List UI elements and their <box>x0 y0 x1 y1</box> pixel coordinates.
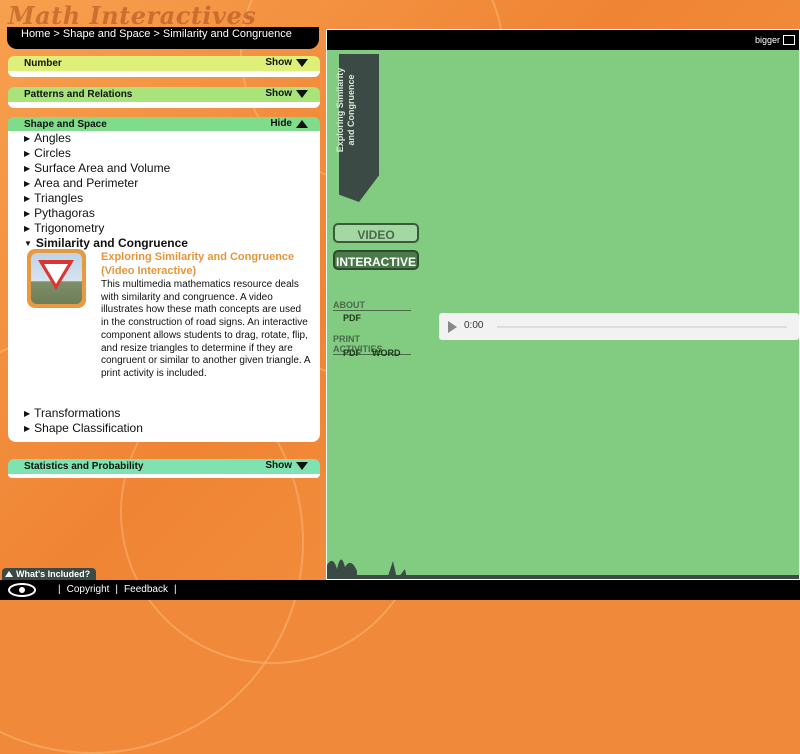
bigger-button[interactable]: bigger <box>755 35 795 45</box>
whats-included-label: What's Included? <box>16 569 91 579</box>
toggle-label: Show <box>265 57 292 68</box>
topic-triangles[interactable]: ▶ Triangles <box>24 191 83 205</box>
video-button[interactable]: VIDEO <box>333 223 419 243</box>
topic-surface-area[interactable]: ▶ Surface Area and Volume <box>24 161 170 175</box>
audio-player: 0:00 <box>439 313 799 340</box>
about-label: ABOUT <box>333 300 411 311</box>
section-shape-toggle[interactable]: Hide <box>270 118 308 129</box>
whats-included-button[interactable]: What's Included? <box>2 568 96 580</box>
topic-label: Surface Area and Volume <box>34 161 171 175</box>
section-stats-title: Statistics and Probability <box>24 461 144 472</box>
section-patterns-toggle[interactable]: Show <box>265 88 308 99</box>
site-logo: Math Interactives <box>8 1 257 30</box>
about-pdf-link[interactable]: PDF <box>343 313 361 323</box>
print-pdf-link[interactable]: PDF <box>343 348 361 358</box>
topic-transformations[interactable]: ▶ Transformations <box>24 406 120 420</box>
shape-space-panel: ▶ Angles ▶ Circles ▶ Surface Area and Volum… <box>8 131 320 442</box>
breadcrumb: Home > Shape and Space > Similarity and … <box>7 27 319 49</box>
grass-decoration <box>327 559 799 579</box>
footer-separator: | <box>115 584 119 595</box>
topic-area-perimeter[interactable]: ▶ Area and Perimeter <box>24 176 138 190</box>
feedback-link[interactable]: Feedback <box>124 584 168 595</box>
chevron-down-icon <box>296 58 308 67</box>
bigger-label: bigger <box>754 35 780 45</box>
topic-trigonometry[interactable]: ▶ Trigonometry <box>24 221 104 235</box>
caret-right-icon: ▶ <box>24 163 31 173</box>
section-stats-body <box>8 474 320 478</box>
caret-down-icon: ▼ <box>24 238 32 248</box>
yield-sign-image <box>31 253 82 304</box>
ribbon-title: Exploring Similarity and Congruence <box>335 67 356 153</box>
caret-right-icon: ▶ <box>24 193 31 203</box>
section-patterns-title: Patterns and Relations <box>24 89 133 100</box>
topic-shape-classification[interactable]: ▶ Shape Classification <box>24 421 143 435</box>
topic-label: Triangles <box>34 191 84 205</box>
caret-right-icon: ▶ <box>24 208 31 218</box>
publisher-logo-icon[interactable] <box>8 583 36 597</box>
interactive-button[interactable]: INTERACTIVE <box>333 250 419 270</box>
caret-right-icon: ▶ <box>24 423 31 433</box>
section-patterns-body <box>8 102 320 108</box>
topic-angles[interactable]: ▶ Angles <box>24 131 71 145</box>
toggle-label: Hide <box>270 118 292 129</box>
section-statistics[interactable]: Statistics and Probability Show <box>8 459 320 474</box>
topic-label: Angles <box>34 131 71 145</box>
yield-sign-inner <box>44 264 68 284</box>
toggle-label: Show <box>265 460 292 471</box>
footer-separator: | <box>173 584 177 595</box>
chevron-up-icon <box>5 571 13 577</box>
topic-label: Shape Classification <box>34 421 143 435</box>
section-shape-title: Shape and Space <box>24 119 107 130</box>
section-number-body <box>8 71 320 77</box>
topic-label: Trigonometry <box>34 221 105 235</box>
chevron-up-icon <box>296 119 308 128</box>
caret-right-icon: ▶ <box>24 148 31 158</box>
interactive-player: bigger Exploring Similarity and Congruen… <box>326 29 800 580</box>
caret-right-icon: ▶ <box>24 133 31 143</box>
toggle-label: Show <box>265 88 292 99</box>
topic-pythagoras[interactable]: ▶ Pythagoras <box>24 206 95 220</box>
audio-progress-track[interactable] <box>497 326 787 328</box>
copyright-link[interactable]: Copyright <box>67 584 110 595</box>
breadcrumb-text[interactable]: Home > Shape and Space > Similarity and … <box>21 28 292 40</box>
audio-time: 0:00 <box>464 320 484 331</box>
play-icon[interactable] <box>448 321 457 333</box>
section-patterns[interactable]: Patterns and Relations Show <box>8 87 320 102</box>
chevron-down-icon <box>296 89 308 98</box>
section-shape-space[interactable]: Shape and Space Hide <box>8 117 320 132</box>
topic-circles[interactable]: ▶ Circles <box>24 146 71 160</box>
topic-label: Area and Perimeter <box>34 176 139 190</box>
section-stats-toggle[interactable]: Show <box>265 460 308 471</box>
resource-description: This multimedia mathematics resource dea… <box>101 279 311 379</box>
section-number[interactable]: Number Show <box>8 56 320 71</box>
expand-icon <box>783 35 795 45</box>
footer: | Copyright | Feedback | <box>0 580 800 600</box>
resource-thumbnail[interactable] <box>27 249 86 308</box>
print-word-link[interactable]: WORD <box>372 348 401 358</box>
topic-label: Pythagoras <box>34 206 95 220</box>
footer-separator: | <box>58 584 61 595</box>
topic-label: Similarity and Congruence <box>35 236 188 250</box>
resource-title-link[interactable]: Exploring Similarity and Congruence (Vid… <box>101 250 311 278</box>
caret-right-icon: ▶ <box>24 223 31 233</box>
section-number-title: Number <box>24 58 62 69</box>
caret-right-icon: ▶ <box>24 178 31 188</box>
caret-right-icon: ▶ <box>24 408 31 418</box>
topic-label: Circles <box>34 146 71 160</box>
topic-label: Transformations <box>34 406 121 420</box>
chevron-down-icon <box>296 461 308 470</box>
footer-links: | Copyright | Feedback | <box>58 584 177 595</box>
section-number-toggle[interactable]: Show <box>265 57 308 68</box>
player-topbar: bigger <box>327 30 799 50</box>
topic-similarity-congruence[interactable]: ▼ Similarity and Congruence <box>24 236 188 250</box>
